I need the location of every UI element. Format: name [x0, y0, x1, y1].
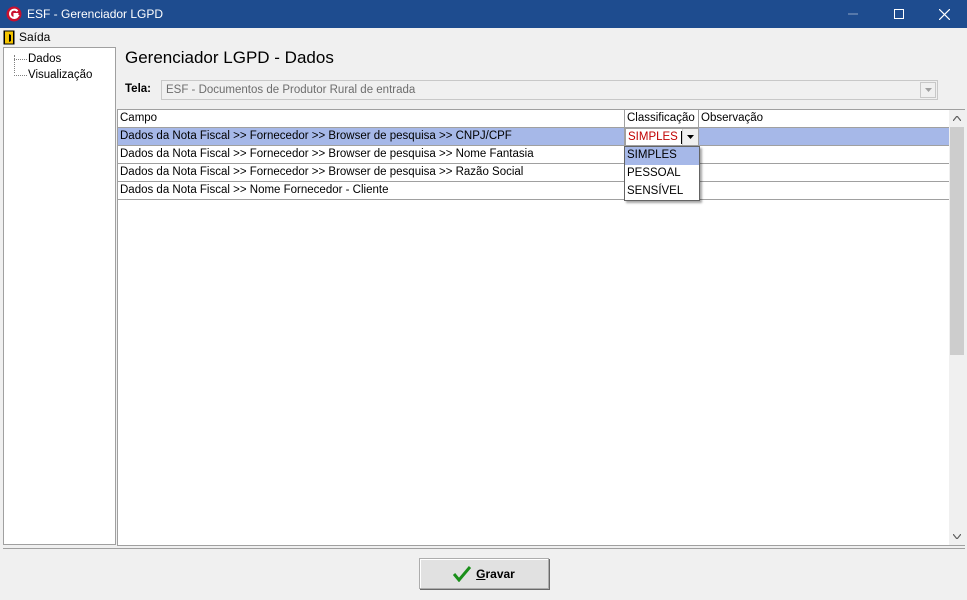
column-header-campo[interactable]: Campo	[118, 110, 625, 128]
column-header-classificacao[interactable]: Classificação	[625, 110, 699, 128]
chevron-up-icon	[953, 116, 961, 121]
check-icon	[453, 565, 472, 582]
window-title: ESF - Gerenciador LGPD	[27, 7, 164, 21]
scroll-down-button[interactable]	[949, 528, 965, 545]
close-icon	[938, 8, 950, 20]
tree-branch-line	[14, 74, 27, 76]
gravar-button[interactable]: Gravar	[419, 558, 549, 589]
vertical-scrollbar[interactable]	[949, 110, 965, 545]
menu-bar: Saída	[0, 28, 967, 46]
tree-item-visualizacao[interactable]: Visualização	[14, 67, 92, 83]
table-row[interactable]: Dados da Nota Fiscal >> Fornecedor >> Br…	[118, 146, 949, 164]
title-bar: ESF - Gerenciador LGPD	[0, 0, 967, 28]
minimize-button[interactable]	[830, 0, 876, 28]
scrollbar-thumb[interactable]	[950, 127, 964, 355]
cell-campo[interactable]: Dados da Nota Fiscal >> Fornecedor >> Br…	[118, 146, 625, 163]
page-title: Gerenciador LGPD - Dados	[125, 48, 334, 67]
table-row[interactable]: Dados da Nota Fiscal >> Fornecedor >> Br…	[118, 128, 949, 146]
tela-select-dropdown-button[interactable]	[920, 82, 936, 98]
bottom-bar: Gravar	[3, 548, 965, 598]
dropdown-option-sensivel[interactable]: SENSÍVEL	[625, 183, 699, 201]
close-button[interactable]	[921, 0, 967, 28]
classificacao-dropdown-button[interactable]	[682, 129, 698, 145]
tree-item-dados[interactable]: Dados	[14, 51, 61, 67]
gravar-label-rest: ravar	[485, 566, 515, 581]
scroll-up-button[interactable]	[949, 110, 965, 127]
maximize-button[interactable]	[876, 0, 922, 28]
chevron-down-icon	[687, 135, 694, 139]
classificacao-dropdown-list: SIMPLES PESSOAL SENSÍVEL	[624, 146, 700, 201]
tree-item-label: Visualização	[28, 69, 93, 81]
chevron-down-icon	[924, 88, 932, 92]
menu-saida[interactable]: Saída	[3, 28, 50, 46]
cell-observacao[interactable]	[699, 182, 949, 199]
grid-header: Campo Classificação Observação	[118, 110, 949, 128]
table-row[interactable]: Dados da Nota Fiscal >> Nome Fornecedor …	[118, 182, 949, 200]
data-grid: Campo Classificação Observação Dados da …	[117, 109, 965, 546]
cell-campo[interactable]: Dados da Nota Fiscal >> Fornecedor >> Br…	[118, 164, 625, 181]
tree-branch-line	[14, 58, 27, 60]
gravar-label: Gravar	[476, 567, 515, 581]
tela-label: Tela:	[125, 83, 151, 95]
table-row[interactable]: Dados da Nota Fiscal >> Fornecedor >> Br…	[118, 164, 949, 182]
cell-campo[interactable]: Dados da Nota Fiscal >> Nome Fornecedor …	[118, 182, 625, 199]
classificacao-combo-editor[interactable]: SIMPLES	[625, 128, 699, 146]
maximize-icon	[894, 9, 904, 19]
classificacao-editor-value: SIMPLES	[628, 131, 678, 143]
app-logo-icon	[6, 6, 22, 22]
column-header-observacao[interactable]: Observação	[699, 110, 949, 128]
exit-door-icon	[3, 30, 15, 44]
dropdown-option-simples[interactable]: SIMPLES	[625, 147, 699, 165]
tree-item-label: Dados	[28, 53, 62, 65]
tela-select-value: ESF - Documentos de Produtor Rural de en…	[166, 84, 416, 96]
cell-observacao[interactable]	[699, 128, 949, 145]
menu-saida-label: Saída	[19, 30, 51, 44]
minimize-icon	[848, 13, 858, 15]
tela-select[interactable]: ESF - Documentos de Produtor Rural de en…	[161, 80, 938, 100]
cell-campo[interactable]: Dados da Nota Fiscal >> Fornecedor >> Br…	[118, 128, 625, 145]
cell-observacao[interactable]	[699, 164, 949, 181]
cell-observacao[interactable]	[699, 146, 949, 163]
chevron-down-icon	[953, 534, 961, 539]
navigation-tree: Dados Visualização	[3, 47, 116, 545]
dropdown-option-pessoal[interactable]: PESSOAL	[625, 165, 699, 183]
